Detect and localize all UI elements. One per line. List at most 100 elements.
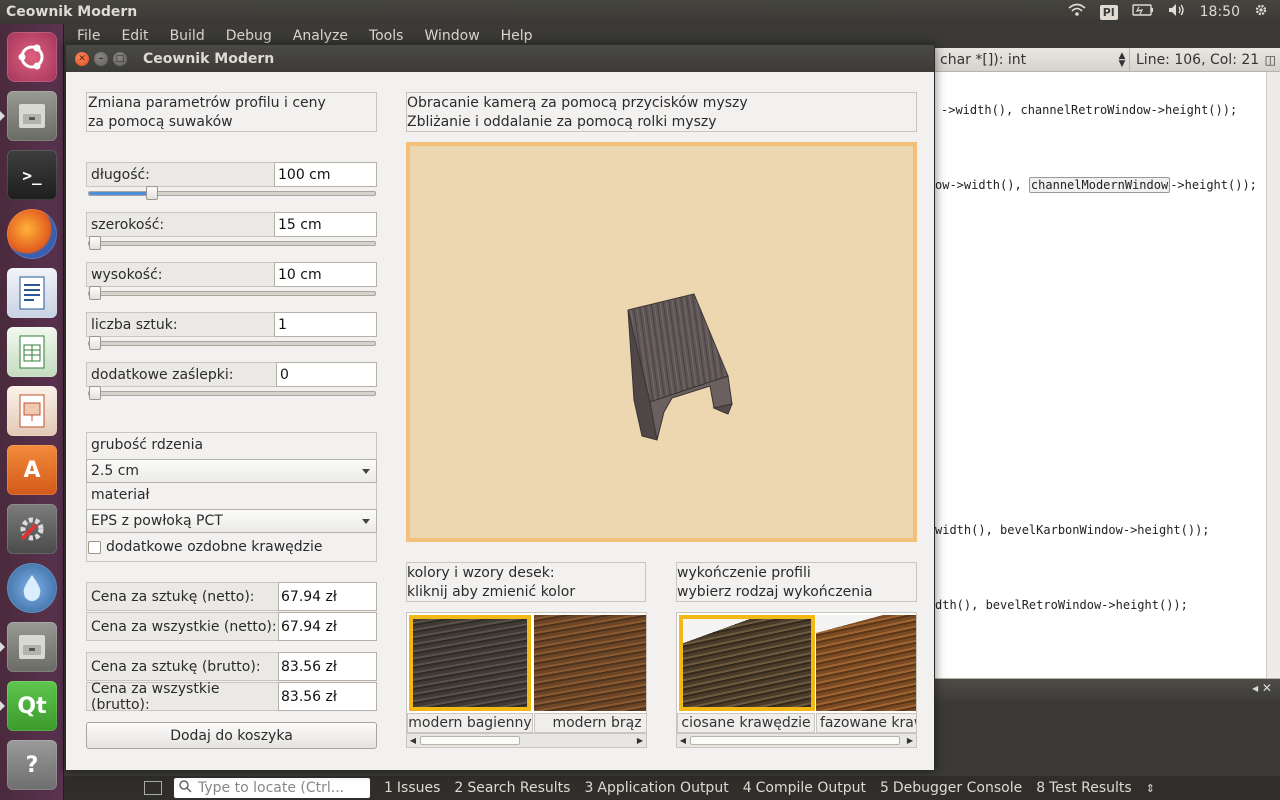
- quantity-input[interactable]: 1: [274, 312, 377, 337]
- scroll-left-icon[interactable]: ◀: [677, 734, 689, 747]
- signature-chevron-icon[interactable]: ▲ ▼: [1115, 51, 1129, 68]
- editor-scrollbar[interactable]: [1266, 72, 1280, 678]
- wood-texture-image: [409, 615, 531, 711]
- menu-edit[interactable]: Edit: [108, 28, 156, 44]
- split-icon[interactable]: ◫: [1265, 53, 1276, 67]
- battery-icon[interactable]: [1131, 4, 1154, 20]
- endcaps-slider-handle[interactable]: [89, 386, 101, 400]
- code-editor[interactable]: char *[]): int ▲ ▼ Line: 106, Col: 21 ◫ -…: [935, 47, 1280, 678]
- price-unit-net-label: Cena za sztukę (netto):: [86, 582, 279, 611]
- channel-profile-model: [627, 293, 733, 441]
- decorative-edges-label[interactable]: dodatkowe ozdobne krawędzie: [106, 538, 323, 557]
- wood-texture-image: [534, 615, 646, 711]
- locate-placeholder: Type to locate (Ctrl...: [198, 780, 345, 796]
- height-slider[interactable]: [88, 286, 376, 300]
- finish-list-scrollbar[interactable]: ◀ ▶: [677, 733, 916, 747]
- files-window-icon[interactable]: [0, 622, 57, 672]
- price-total-net-label: Cena za wszystkie (netto):: [86, 612, 279, 641]
- firefox-icon[interactable]: [7, 209, 57, 259]
- scrollbar-thumb[interactable]: [690, 736, 900, 745]
- files-icon[interactable]: [0, 91, 57, 141]
- length-slider-handle[interactable]: [145, 186, 158, 200]
- system-settings-icon[interactable]: [7, 504, 57, 554]
- tab-debugger-console[interactable]: 5 Debugger Console: [880, 780, 1022, 796]
- system-tray: Pl 18:50: [1068, 0, 1280, 24]
- width-slider[interactable]: [88, 236, 376, 250]
- help-icon[interactable]: ?: [7, 740, 57, 790]
- endcaps-slider[interactable]: [88, 386, 376, 400]
- scroll-left-icon[interactable]: ◀: [407, 734, 419, 747]
- color-list-scrollbar[interactable]: ◀ ▶: [407, 733, 646, 747]
- length-input[interactable]: 100 cm: [274, 162, 377, 187]
- close-window-button[interactable]: ✕: [75, 51, 89, 66]
- add-to-cart-button[interactable]: Dodaj do koszyka: [86, 722, 377, 749]
- parameters-header-line2: za pomocą suwaków: [88, 114, 233, 130]
- ubuntu-dash-icon[interactable]: [7, 32, 57, 82]
- tab-search-results[interactable]: 2 Search Results: [454, 780, 570, 796]
- tab-compile-output[interactable]: 4 Compile Output: [743, 780, 866, 796]
- libreoffice-writer-icon[interactable]: [7, 268, 57, 318]
- finish-option-ciosane[interactable]: ciosane krawędzie: [677, 613, 815, 733]
- scroll-right-icon[interactable]: ▶: [904, 734, 916, 747]
- price-total-gross-value: 83.56 zł: [278, 682, 377, 711]
- terminal-icon[interactable]: >_: [7, 150, 57, 200]
- menu-build[interactable]: Build: [157, 28, 213, 44]
- width-slider-handle[interactable]: [89, 236, 101, 250]
- software-center-icon[interactable]: A: [7, 445, 57, 495]
- more-tabs-chevron-icon[interactable]: ⇕: [1146, 782, 1155, 795]
- libreoffice-impress-icon[interactable]: [7, 386, 57, 436]
- tab-application-output[interactable]: 3 Application Output: [584, 780, 728, 796]
- clock[interactable]: 18:50: [1200, 4, 1240, 20]
- finish-option-fazowane[interactable]: fazowane krawędzie: [816, 613, 916, 733]
- menu-window[interactable]: Window: [411, 28, 487, 44]
- window-titlebar[interactable]: ✕ – □ Ceownik Modern: [66, 45, 934, 72]
- tab-test-results[interactable]: 8 Test Results: [1036, 780, 1132, 796]
- wifi-icon[interactable]: [1068, 3, 1086, 21]
- quantity-slider-handle[interactable]: [89, 336, 101, 350]
- active-app-title: Ceownik Modern: [6, 4, 138, 20]
- wood-texture-image: [816, 615, 916, 711]
- quantity-slider[interactable]: [88, 336, 376, 350]
- qt-creator-icon[interactable]: Qt: [0, 681, 57, 731]
- core-thickness-select[interactable]: 2.5 cm: [86, 459, 377, 483]
- line-col-indicator[interactable]: Line: 106, Col: 21: [1129, 47, 1259, 72]
- endcaps-label: dodatkowe zaślepki:: [86, 362, 277, 387]
- scrollbar-thumb[interactable]: [420, 736, 520, 745]
- core-thickness-value: 2.5 cm: [91, 463, 140, 479]
- menu-tools[interactable]: Tools: [356, 28, 412, 44]
- ceownik-window: ✕ – □ Ceownik Modern Zmiana parametrów p…: [65, 44, 935, 771]
- width-input[interactable]: 15 cm: [274, 212, 377, 237]
- maximize-window-button[interactable]: □: [113, 51, 127, 66]
- color-swatch-list: modern bagienny modern brąz ◀ ▶: [406, 612, 647, 748]
- viewport-hint-line2: Zbliżanie i oddalanie za pomocą rolki my…: [407, 114, 717, 130]
- color-swatch-modern-bagienny[interactable]: modern bagienny: [407, 613, 533, 733]
- scroll-right-icon[interactable]: ▶: [634, 734, 646, 747]
- height-slider-handle[interactable]: [89, 286, 101, 300]
- length-slider[interactable]: [88, 186, 376, 200]
- minimize-window-button[interactable]: –: [94, 51, 108, 66]
- output-pane: ◂ ✕: [935, 678, 1280, 701]
- 3d-viewport[interactable]: [406, 142, 917, 542]
- gear-icon[interactable]: [1254, 3, 1268, 21]
- price-total-net-value: 67.94 zł: [278, 612, 377, 641]
- sidebar-toggle-icon[interactable]: [144, 781, 162, 795]
- material-select[interactable]: EPS z powłoką PCT: [86, 509, 377, 533]
- color-swatch-modern-braz[interactable]: modern brąz: [534, 613, 646, 733]
- menu-file[interactable]: File: [64, 28, 108, 44]
- function-signature[interactable]: char *[]): int: [935, 52, 1115, 68]
- endcaps-input[interactable]: 0: [276, 362, 377, 387]
- menu-help[interactable]: Help: [488, 28, 541, 44]
- libreoffice-calc-icon[interactable]: [7, 327, 57, 377]
- keyboard-layout-indicator[interactable]: Pl: [1099, 4, 1118, 20]
- water-drop-app-icon[interactable]: [7, 563, 57, 613]
- menu-analyze[interactable]: Analyze: [280, 28, 356, 44]
- height-input[interactable]: 10 cm: [274, 262, 377, 287]
- menu-debug[interactable]: Debug: [213, 28, 280, 44]
- viewport-hint: Obracanie kamerą za pomocą przycisków my…: [406, 92, 917, 132]
- color-swatch-label: modern brąz: [534, 713, 646, 733]
- volume-icon[interactable]: [1168, 3, 1186, 21]
- close-icon[interactable]: ◂ ✕: [1252, 681, 1272, 695]
- locate-input[interactable]: Type to locate (Ctrl...: [174, 778, 370, 798]
- tab-issues[interactable]: 1 Issues: [384, 780, 440, 796]
- decorative-edges-checkbox[interactable]: [88, 541, 101, 554]
